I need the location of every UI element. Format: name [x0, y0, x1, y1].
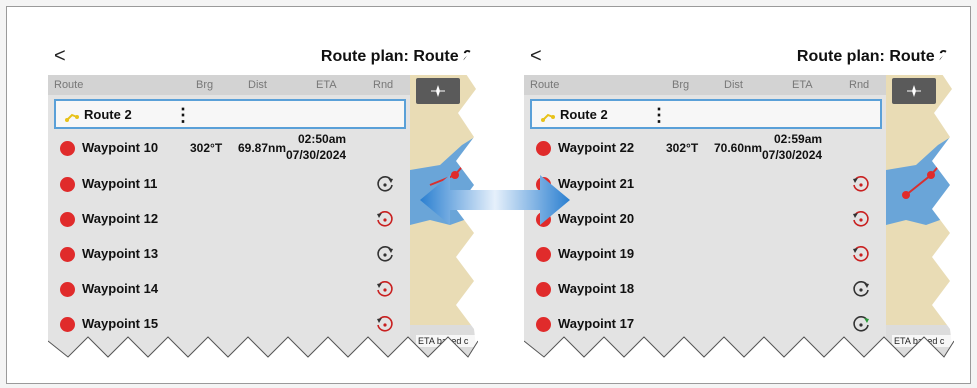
distance-value: 70.60nm	[714, 141, 763, 155]
route-plan-panel-after: < Route plan: Route 2 Route Brg Dist ETA…	[524, 41, 954, 363]
route-icon	[65, 113, 79, 122]
table-row[interactable]: Waypoint 21	[524, 167, 886, 201]
column-dist[interactable]: Dist	[724, 79, 743, 91]
waypoint-list[interactable]: Route Brg Dist ETA Rnd Route 2 ⋮ Waypoin…	[48, 75, 410, 363]
table-row[interactable]: Waypoint 20	[524, 202, 886, 236]
column-brg[interactable]: Brg	[672, 79, 689, 91]
column-dist[interactable]: Dist	[248, 79, 267, 91]
waypoint-name: Waypoint 19	[558, 246, 635, 261]
table-row[interactable]: Waypoint 12	[48, 202, 410, 236]
waypoint-name: Waypoint 11	[82, 176, 158, 191]
waypoint-icon	[60, 141, 75, 156]
waypoint-icon	[60, 212, 75, 227]
eta-note: ETA based c	[416, 335, 478, 347]
column-header: Route Brg Dist ETA Rnd	[48, 75, 410, 95]
eta-note: ETA based c	[892, 335, 954, 347]
column-route[interactable]: Route	[530, 79, 559, 91]
waypoint-name: Waypoint 14	[82, 281, 159, 296]
waypoint-name: Waypoint 13	[82, 246, 159, 261]
waypoint-icon	[536, 141, 551, 156]
waypoint-icon	[60, 177, 75, 192]
more-menu-button[interactable]: ⋮	[650, 105, 668, 126]
table-row[interactable]: Waypoint 13	[48, 237, 410, 271]
map-control-button[interactable]	[892, 78, 936, 104]
waypoint-name: Waypoint 10	[82, 140, 159, 155]
double-arrow-icon	[420, 175, 570, 225]
rounding-clockwise-icon[interactable]	[850, 279, 872, 301]
eta-date: 07/30/2024	[762, 148, 823, 162]
more-menu-button[interactable]: ⋮	[174, 105, 192, 126]
table-row[interactable]: Waypoint 15	[48, 307, 410, 341]
route-plan-panel-before: < Route plan: Route 2 Route Brg Dist ETA…	[48, 41, 478, 363]
waypoint-icon	[60, 282, 75, 297]
bearing-value: 302°T	[190, 141, 223, 155]
table-row[interactable]: Waypoint 11	[48, 167, 410, 201]
waypoint-icon	[536, 317, 551, 332]
table-row[interactable]: Waypoint 18	[524, 272, 886, 306]
back-button[interactable]: <	[530, 45, 542, 68]
rounding-counterclockwise-icon[interactable]	[850, 244, 872, 266]
compass-icon	[907, 85, 921, 97]
route-icon	[541, 113, 555, 122]
waypoint-icon	[60, 247, 75, 262]
rounding-clockwise-icon[interactable]	[850, 314, 872, 336]
column-rnd[interactable]: Rnd	[373, 79, 393, 91]
rounding-counterclockwise-icon[interactable]	[850, 209, 872, 231]
waypoint-name: Waypoint 22	[558, 140, 635, 155]
rounding-clockwise-icon[interactable]	[374, 174, 396, 196]
chart-map[interactable]: ETA based c	[886, 75, 954, 363]
table-row[interactable]: Waypoint 14	[48, 272, 410, 306]
column-eta[interactable]: ETA	[792, 79, 813, 91]
route-name: Route 2	[84, 107, 132, 122]
column-eta[interactable]: ETA	[316, 79, 337, 91]
table-row[interactable]: Waypoint 17	[524, 307, 886, 341]
eta-date: 07/30/2024	[286, 148, 347, 162]
map-water	[886, 135, 954, 363]
title-bar: < Route plan: Route 2	[524, 41, 954, 75]
waypoint-list[interactable]: Route Brg Dist ETA Rnd Route 2 ⋮ Waypoin…	[524, 75, 886, 363]
column-route[interactable]: Route	[54, 79, 83, 91]
table-row[interactable]: Waypoint 19	[524, 237, 886, 271]
waypoint-name: Waypoint 15	[82, 316, 159, 331]
back-button[interactable]: <	[54, 45, 66, 68]
selected-route-row[interactable]: Route 2 ⋮	[530, 99, 882, 129]
column-rnd[interactable]: Rnd	[849, 79, 869, 91]
map-control-button[interactable]	[416, 78, 460, 104]
rounding-counterclockwise-icon[interactable]	[374, 314, 396, 336]
bearing-value: 302°T	[666, 141, 699, 155]
waypoint-name: Waypoint 12	[82, 211, 159, 226]
table-row[interactable]: Waypoint 22 302°T 70.60nm 02:59am 07/30/…	[524, 131, 886, 165]
eta-time: 02:59am	[774, 132, 823, 146]
rounding-clockwise-icon[interactable]	[374, 244, 396, 266]
waypoint-name: Waypoint 18	[558, 281, 635, 296]
rounding-counterclockwise-icon[interactable]	[374, 279, 396, 301]
waypoint-icon	[536, 247, 551, 262]
route-name: Route 2	[560, 107, 608, 122]
table-row[interactable]: Waypoint 10 302°T 69.87nm 02:50am 07/30/…	[48, 131, 410, 165]
title-bar: < Route plan: Route 2	[48, 41, 478, 75]
eta-time: 02:50am	[298, 132, 347, 146]
rounding-counterclockwise-icon[interactable]	[850, 174, 872, 196]
column-brg[interactable]: Brg	[196, 79, 213, 91]
page-title: Route plan: Route 2	[796, 48, 948, 65]
page-title: Route plan: Route 2	[320, 48, 472, 65]
waypoint-icon	[536, 282, 551, 297]
column-header: Route Brg Dist ETA Rnd	[524, 75, 886, 95]
compass-icon	[431, 85, 445, 97]
waypoint-icon	[60, 317, 75, 332]
waypoint-name: Waypoint 17	[558, 316, 635, 331]
distance-value: 69.87nm	[238, 141, 287, 155]
selected-route-row[interactable]: Route 2 ⋮	[54, 99, 406, 129]
rounding-counterclockwise-icon[interactable]	[374, 209, 396, 231]
